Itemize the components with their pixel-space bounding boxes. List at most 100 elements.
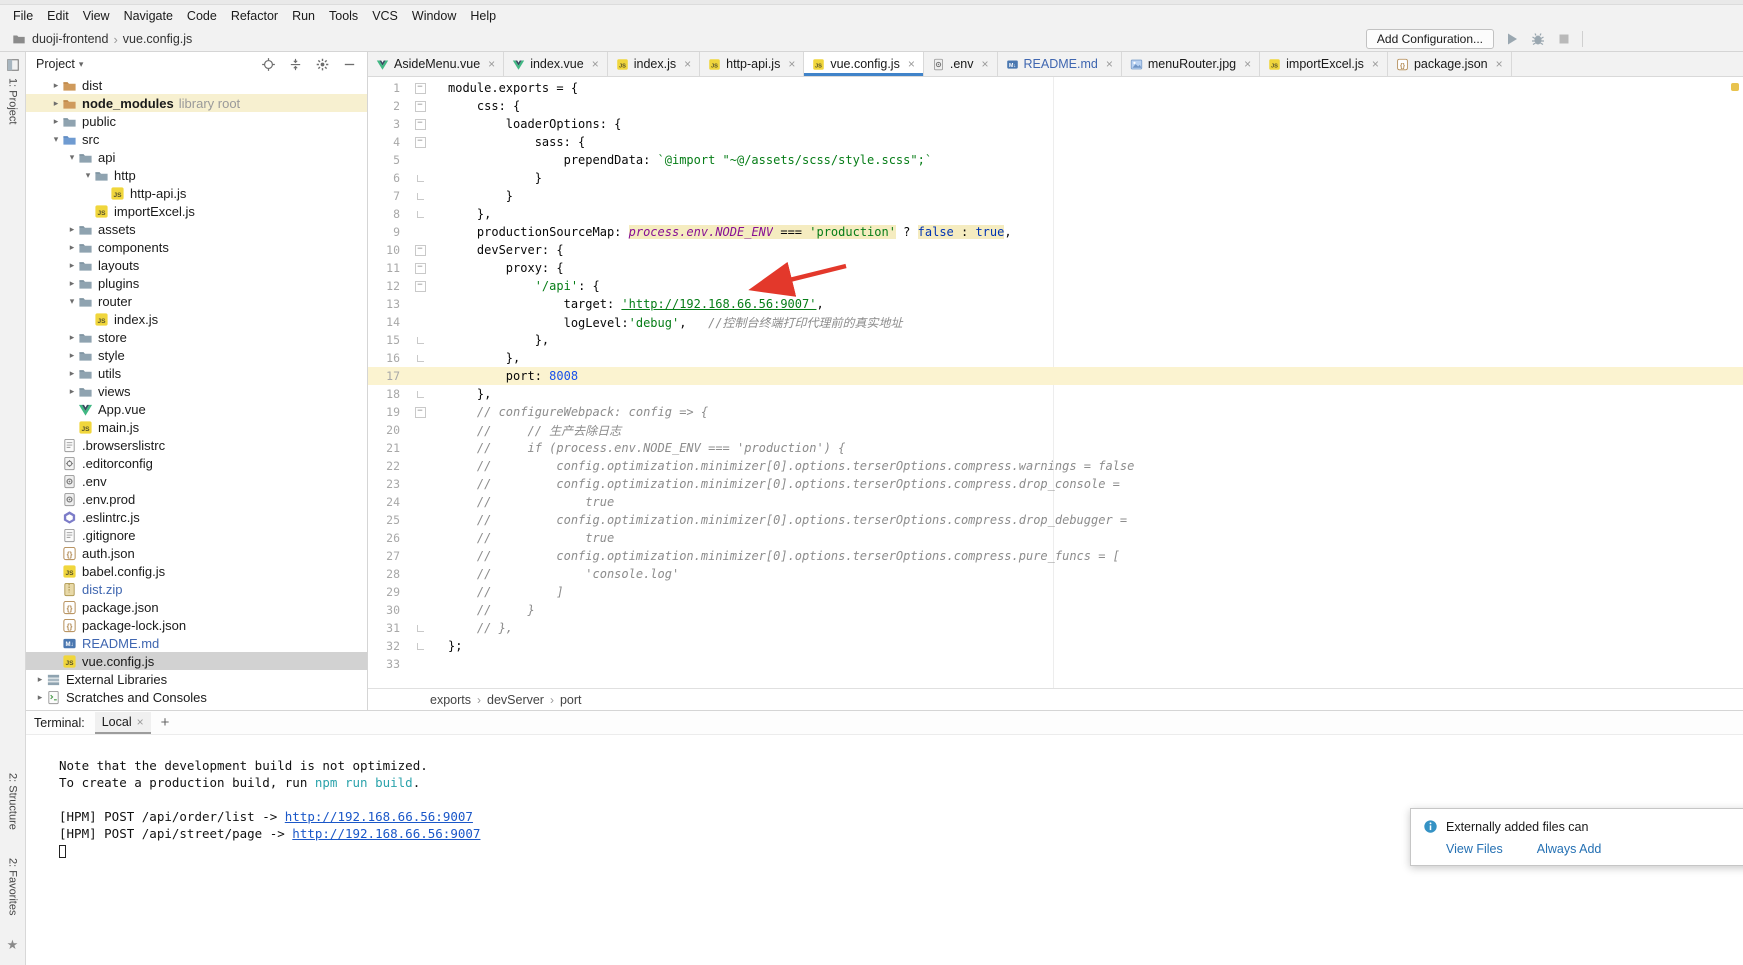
code-line-25[interactable]: 25 // config.optimization.minimizer[0].o… <box>368 511 1743 529</box>
terminal-tab-local[interactable]: Local × <box>95 712 151 734</box>
tree-item-http-api-js[interactable]: JShttp-api.js <box>26 184 367 202</box>
breadcrumb-file[interactable]: vue.config.js <box>123 32 192 46</box>
chevron-collapsed-icon[interactable]: ▸ <box>66 368 78 379</box>
code-line-20[interactable]: 20 // // 生产去除日志 <box>368 421 1743 439</box>
chevron-expanded-icon[interactable]: ▾ <box>82 170 94 181</box>
terminal-link[interactable]: http://192.168.66.56:9007 <box>285 809 473 824</box>
tree-item-gitignore[interactable]: .gitignore <box>26 526 367 544</box>
menu-view[interactable]: View <box>76 5 117 27</box>
close-tab-icon[interactable]: × <box>684 57 691 71</box>
notification-action-view-files[interactable]: View Files <box>1446 842 1503 856</box>
code-line-18[interactable]: 18 }, <box>368 385 1743 403</box>
chevron-expanded-icon[interactable]: ▾ <box>66 296 78 307</box>
fold-start-icon[interactable] <box>412 277 428 295</box>
code-line-26[interactable]: 26 // true <box>368 529 1743 547</box>
tree-item-index-js[interactable]: JSindex.js <box>26 310 367 328</box>
add-configuration-button[interactable]: Add Configuration... <box>1366 29 1494 49</box>
project-panel-title[interactable]: Project <box>36 57 75 71</box>
stop-icon[interactable] <box>1556 31 1572 47</box>
new-terminal-session-icon[interactable]: + <box>161 714 170 731</box>
editor-tab-index-vue[interactable]: index.vue× <box>504 52 608 76</box>
chevron-collapsed-icon[interactable]: ▸ <box>66 260 78 271</box>
menu-window[interactable]: Window <box>405 5 463 27</box>
tree-item-babel-config-js[interactable]: JSbabel.config.js <box>26 562 367 580</box>
menu-help[interactable]: Help <box>463 5 503 27</box>
tree-item-public[interactable]: ▸public <box>26 112 367 130</box>
tool-button-project[interactable]: 1: Project <box>7 78 19 124</box>
code-line-4[interactable]: 4 sass: { <box>368 133 1743 151</box>
fold-start-icon[interactable] <box>412 133 428 151</box>
chevron-collapsed-icon[interactable]: ▸ <box>66 224 78 235</box>
code-line-22[interactable]: 22 // config.optimization.minimizer[0].o… <box>368 457 1743 475</box>
tree-item-http[interactable]: ▾http <box>26 166 367 184</box>
tree-item-scratches-and-consoles[interactable]: ▸Scratches and Consoles <box>26 688 367 706</box>
chevron-collapsed-icon[interactable]: ▸ <box>66 350 78 361</box>
fold-start-icon[interactable] <box>412 115 428 133</box>
tree-item-importexcel-js[interactable]: JSimportExcel.js <box>26 202 367 220</box>
fold-end-icon[interactable] <box>412 205 428 223</box>
chevron-down-icon[interactable]: ▾ <box>79 59 84 70</box>
menu-vcs[interactable]: VCS <box>365 5 405 27</box>
terminal-link[interactable]: http://192.168.66.56:9007 <box>292 826 480 841</box>
code-line-27[interactable]: 27 // config.optimization.minimizer[0].o… <box>368 547 1743 565</box>
code-line-1[interactable]: 1module.exports = { <box>368 79 1743 97</box>
close-tab-icon[interactable]: × <box>488 57 495 71</box>
tool-button-structure[interactable]: 2: Structure <box>7 773 19 830</box>
code-line-11[interactable]: 11 proxy: { <box>368 259 1743 277</box>
editor-tab-http-api-js[interactable]: JShttp-api.js× <box>700 52 804 76</box>
tree-item-router[interactable]: ▾router <box>26 292 367 310</box>
code-line-13[interactable]: 13 target: 'http://192.168.66.56:9007', <box>368 295 1743 313</box>
close-tab-icon[interactable]: × <box>1372 57 1379 71</box>
chevron-collapsed-icon[interactable]: ▸ <box>66 332 78 343</box>
tree-item-external-libraries[interactable]: ▸External Libraries <box>26 670 367 688</box>
fold-start-icon[interactable] <box>412 79 428 97</box>
fold-start-icon[interactable] <box>412 259 428 277</box>
tree-item-package-json[interactable]: {}package.json <box>26 598 367 616</box>
code-line-15[interactable]: 15 }, <box>368 331 1743 349</box>
tree-item-vue-config-js[interactable]: JSvue.config.js <box>26 652 367 670</box>
code-line-7[interactable]: 7 } <box>368 187 1743 205</box>
editor-breadcrumb-devserver[interactable]: devServer <box>487 693 544 707</box>
menu-tools[interactable]: Tools <box>322 5 365 27</box>
code-line-29[interactable]: 29 // ] <box>368 583 1743 601</box>
close-tab-icon[interactable]: × <box>1106 57 1113 71</box>
editor-breadcrumb-port[interactable]: port <box>560 693 582 707</box>
editor-tab-readme-md[interactable]: M↓README.md× <box>998 52 1122 76</box>
tree-item-readme-md[interactable]: M↓README.md <box>26 634 367 652</box>
fold-end-icon[interactable] <box>412 349 428 367</box>
code-line-16[interactable]: 16 }, <box>368 349 1743 367</box>
code-line-14[interactable]: 14 logLevel:'debug', //控制台终端打印代理前的真实地址 <box>368 313 1743 331</box>
code-editor[interactable]: 1module.exports = {2 css: {3 loaderOptio… <box>368 77 1743 688</box>
menu-refactor[interactable]: Refactor <box>224 5 285 27</box>
code-line-24[interactable]: 24 // true <box>368 493 1743 511</box>
fold-end-icon[interactable] <box>412 637 428 655</box>
tree-item-plugins[interactable]: ▸plugins <box>26 274 367 292</box>
chevron-collapsed-icon[interactable]: ▸ <box>50 98 62 109</box>
editor-tab-menurouter-jpg[interactable]: menuRouter.jpg× <box>1122 52 1260 76</box>
tool-button-favorites[interactable]: 2: Favorites <box>7 858 19 915</box>
tree-item-browserslistrc[interactable]: .browserslistrc <box>26 436 367 454</box>
project-tool-icon[interactable] <box>6 58 20 72</box>
code-line-12[interactable]: 12 '/api': { <box>368 277 1743 295</box>
code-line-23[interactable]: 23 // config.optimization.minimizer[0].o… <box>368 475 1743 493</box>
code-line-8[interactable]: 8 }, <box>368 205 1743 223</box>
fold-end-icon[interactable] <box>412 187 428 205</box>
code-line-33[interactable]: 33 <box>368 655 1743 673</box>
fold-start-icon[interactable] <box>412 241 428 259</box>
editor-tab-asidemenu-vue[interactable]: AsideMenu.vue× <box>368 52 504 76</box>
breadcrumb-project[interactable]: duoji-frontend <box>32 32 108 46</box>
code-line-17[interactable]: 17 port: 8008 <box>368 367 1743 385</box>
close-tab-icon[interactable]: × <box>788 57 795 71</box>
menu-code[interactable]: Code <box>180 5 224 27</box>
chevron-collapsed-icon[interactable]: ▸ <box>66 386 78 397</box>
code-line-5[interactable]: 5 prependData: `@import "~@/assets/scss/… <box>368 151 1743 169</box>
debug-icon[interactable] <box>1530 31 1546 47</box>
terminal-title[interactable]: Terminal: <box>34 716 85 730</box>
tree-item-src[interactable]: ▾src <box>26 130 367 148</box>
favorites-star-icon[interactable]: ★ <box>7 937 19 953</box>
tree-item-dist[interactable]: ▸dist <box>26 76 367 94</box>
chevron-expanded-icon[interactable]: ▾ <box>50 134 62 145</box>
tree-item-views[interactable]: ▸views <box>26 382 367 400</box>
fold-end-icon[interactable] <box>412 619 428 637</box>
tree-item-eslintrc-js[interactable]: .eslintrc.js <box>26 508 367 526</box>
